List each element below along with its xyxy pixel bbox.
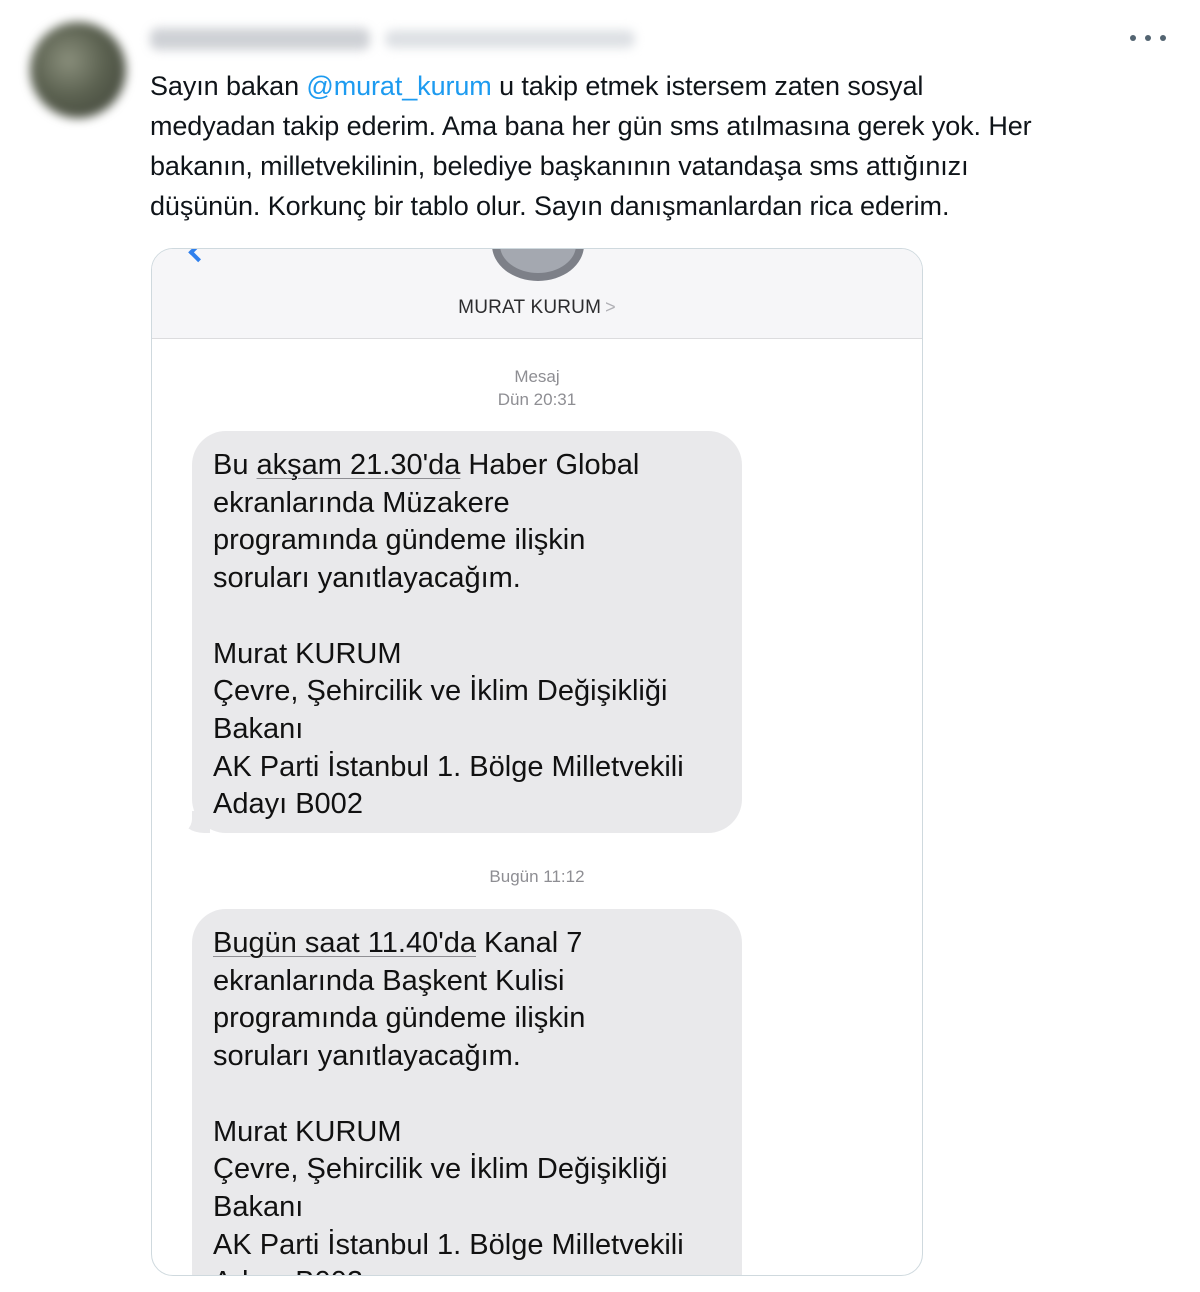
message-bubble: Bu akşam 21.30'da Haber Global ekranları…: [192, 431, 742, 833]
signature-line: AK Parti İstanbul 1. Bölge Milletvekili: [213, 750, 684, 783]
message-line: soruları yanıtlayacağım.: [213, 562, 521, 595]
signature-line: Bakanı: [213, 712, 304, 745]
signature-line: Adayı B002: [213, 788, 363, 821]
tweet-line-1: Sayın bakan @murat_kurum u takip etmek i…: [150, 71, 924, 101]
signature-line: Çevre, Şehircilik ve İklim Değişikliği: [213, 1153, 668, 1186]
sms-header: MURAT KURUM >: [152, 249, 922, 339]
date-link[interactable]: Bugün saat 11.40'da: [213, 927, 476, 959]
tweet-line-3: bakanın, milletvekilinin, belediye başka…: [150, 151, 969, 181]
signature-line: Murat KURUM: [213, 1115, 402, 1148]
chevron-right-icon: >: [605, 297, 616, 317]
message-line: programında gündeme ilişkin: [213, 524, 586, 557]
bubble-tail-cutout: [170, 809, 192, 835]
contact-avatar: [492, 249, 584, 281]
message-line: ekranlarında Müzakere: [213, 486, 510, 519]
author-name-redacted[interactable]: [150, 28, 370, 50]
thread-label: Mesaj: [514, 367, 560, 386]
message-line: ekranlarında Başkent Kulisi: [213, 964, 565, 997]
thread-time: Dün 20:31: [497, 390, 577, 409]
tweet-line-4: düşünün. Korkunç bir tablo olur. Sayın d…: [150, 191, 950, 221]
signature-line: Çevre, Şehircilik ve İklim Değişikliği: [213, 675, 668, 708]
message-line: soruları yanıtlayacağım.: [213, 1040, 521, 1073]
signature-line: Murat KURUM: [213, 637, 402, 670]
author-handle-redacted: [385, 30, 635, 48]
signature-line: Adayı B002: [213, 1264, 722, 1275]
message-time: Bugün 11:12: [489, 867, 585, 886]
signature-line: Bakanı: [213, 1190, 304, 1223]
message-line: Bu akşam 21.30'da Haber Global: [213, 449, 640, 481]
mention-link[interactable]: @murat_kurum: [306, 71, 491, 101]
message-line: Bugün saat 11.40'da Kanal 7: [213, 927, 583, 959]
tweet-line-2: medyadan takip ederim. Ama bana her gün …: [150, 111, 1032, 141]
date-link[interactable]: akşam 21.30'da: [257, 449, 461, 481]
tweet-image-sms-screenshot[interactable]: MURAT KURUM > Mesaj Dün 20:31 Bu akşam 21…: [151, 248, 923, 1276]
more-options-icon[interactable]: [1130, 28, 1166, 48]
contact-name: MURAT KURUM >: [458, 297, 616, 318]
author-avatar[interactable]: [30, 22, 126, 118]
tweet-text: Sayın bakan @murat_kurum u takip etmek i…: [150, 66, 1180, 226]
message-bubble: Bugün saat 11.40'da Kanal 7 ekranlarında…: [192, 909, 742, 1275]
signature-line: AK Parti İstanbul 1. Bölge Milletvekili: [213, 1228, 684, 1261]
back-chevron-icon: [188, 249, 209, 263]
message-line: programında gündeme ilişkin: [213, 1002, 586, 1035]
